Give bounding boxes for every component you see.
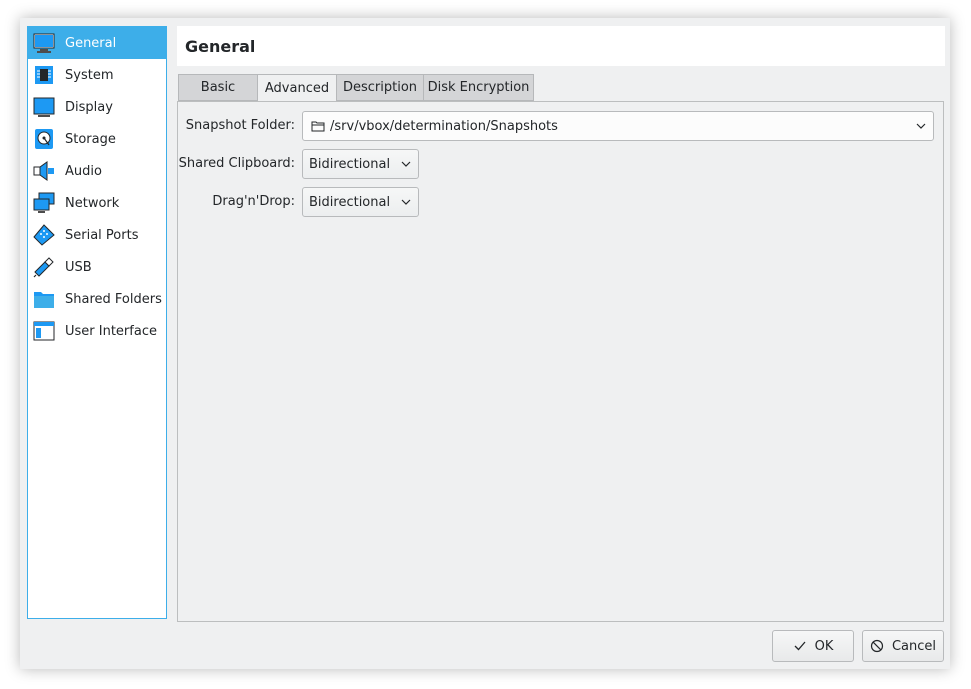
tab-disk-encryption[interactable]: Disk Encryption	[423, 74, 534, 101]
folder-icon	[311, 121, 325, 132]
sidebar-item-label: Audio	[65, 163, 102, 179]
cancel-button-label: Cancel	[891, 638, 937, 654]
ok-button[interactable]: OK	[772, 630, 854, 662]
sidebar-item-label: General	[65, 35, 117, 51]
sidebar-item-display[interactable]: Display	[28, 91, 166, 123]
monitor-icon	[33, 33, 55, 53]
serial-port-icon	[33, 224, 55, 246]
chevron-down-icon	[401, 199, 411, 205]
checkmark-icon	[794, 641, 806, 651]
display-icon	[33, 97, 55, 117]
sidebar-item-general[interactable]: General	[28, 27, 166, 59]
tab-description[interactable]: Description	[336, 74, 423, 101]
snapshot-folder-value: /srv/vbox/determination/Snapshots	[330, 118, 558, 134]
sidebar-item-serial-ports[interactable]: Serial Ports	[28, 219, 166, 251]
sidebar-item-label: System	[65, 67, 114, 83]
shared-clipboard-label: Shared Clipboard:	[178, 156, 295, 171]
sidebar-item-label: USB	[65, 259, 92, 275]
sidebar-item-label: Network	[65, 195, 120, 211]
network-icon	[33, 192, 55, 213]
sidebar-item-label: User Interface	[65, 323, 157, 339]
settings-sidebar: General System Display Storage Audio Net…	[27, 26, 167, 619]
cancel-icon	[870, 639, 884, 653]
sidebar-item-storage[interactable]: Storage	[28, 123, 166, 155]
snapshot-folder-select[interactable]: /srv/vbox/determination/Snapshots	[302, 111, 934, 141]
sidebar-item-shared-folders[interactable]: Shared Folders	[28, 283, 166, 315]
snapshot-folder-label: Snapshot Folder:	[185, 118, 295, 133]
sidebar-item-label: Serial Ports	[65, 227, 139, 243]
shared-clipboard-value: Bidirectional	[309, 156, 391, 172]
sidebar-item-user-interface[interactable]: User Interface	[28, 315, 166, 347]
page-title: General	[177, 26, 945, 66]
folder-icon	[34, 292, 54, 308]
sidebar-item-network[interactable]: Network	[28, 187, 166, 219]
sidebar-item-label: Storage	[65, 131, 116, 147]
window-icon	[33, 321, 55, 341]
chevron-down-icon	[401, 161, 411, 167]
drag-n-drop-select[interactable]: Bidirectional	[302, 187, 419, 217]
usb-icon	[33, 257, 54, 278]
cancel-button[interactable]: Cancel	[862, 630, 944, 662]
chevron-down-icon	[916, 123, 926, 129]
sidebar-item-system[interactable]: System	[28, 59, 166, 91]
drag-n-drop-value: Bidirectional	[309, 194, 391, 210]
tab-basic[interactable]: Basic	[178, 74, 257, 101]
shared-clipboard-select[interactable]: Bidirectional	[302, 149, 419, 179]
sidebar-item-audio[interactable]: Audio	[28, 155, 166, 187]
speaker-icon	[33, 161, 54, 181]
sidebar-item-label: Shared Folders	[65, 291, 162, 307]
ok-button-label: OK	[814, 638, 834, 654]
disk-icon	[35, 129, 53, 149]
tab-bar: Basic Advanced Description Disk Encrypti…	[178, 74, 534, 102]
drag-n-drop-label: Drag'n'Drop:	[212, 194, 295, 209]
sidebar-item-usb[interactable]: USB	[28, 251, 166, 283]
tab-advanced[interactable]: Advanced	[257, 74, 336, 102]
advanced-panel: Snapshot Folder: /srv/vbox/determination…	[177, 101, 944, 622]
sidebar-item-label: Display	[65, 99, 113, 115]
chip-icon	[35, 66, 53, 84]
settings-dialog: General System Display Storage Audio Net…	[20, 18, 950, 669]
